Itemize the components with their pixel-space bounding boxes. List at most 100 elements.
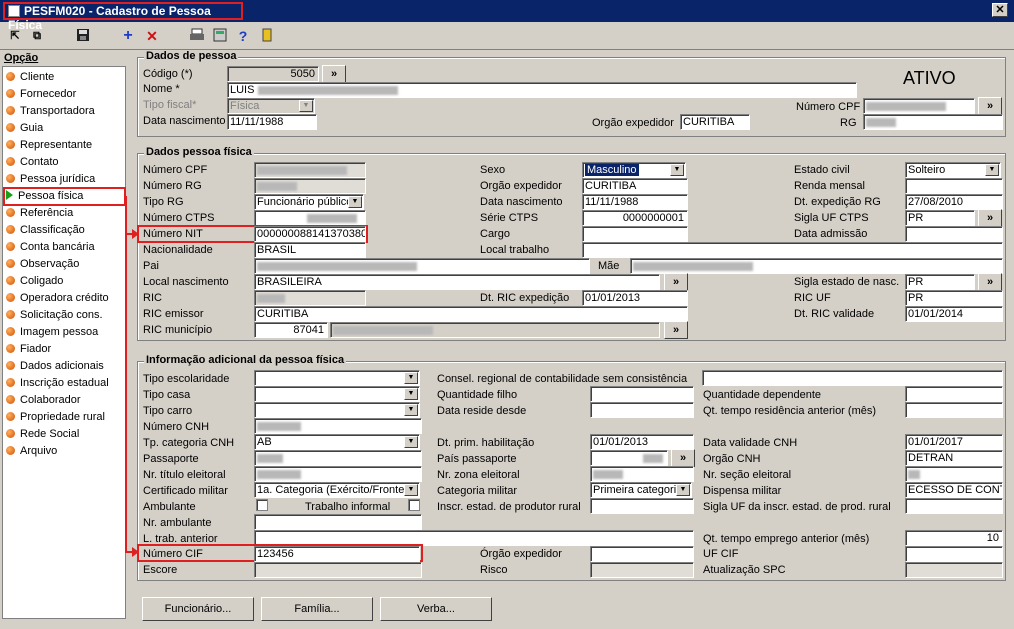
qtd-filho-field[interactable] [590,386,694,402]
pai-field[interactable] [254,258,590,274]
qt-emp-field[interactable]: 10 [905,530,1003,546]
inscr-field[interactable] [590,498,694,514]
titulo-field[interactable] [254,466,422,482]
local-trab-field[interactable] [582,242,1003,258]
dt-exp-rg-field[interactable]: 27/08/2010 [905,194,1003,210]
sidebar-item[interactable]: Propriedade rural [6,409,105,425]
sigla-uf-field[interactable] [905,498,1003,514]
pais-pass-field[interactable] [590,450,668,466]
codigo-lookup-button[interactable]: » [322,65,346,83]
sidebar-item[interactable]: Conta bancária [6,239,95,255]
sidebar-item[interactable]: Operadora crédito [6,290,109,306]
consel-field[interactable] [702,370,1003,386]
sidebar-item[interactable]: Fiador [6,341,51,357]
sidebar-item[interactable]: Dados adicionais [6,358,104,374]
funcionario-button[interactable]: Funcionário... [142,597,254,621]
passaporte-field[interactable] [254,450,422,466]
admissao-field[interactable] [905,226,1003,242]
pf-orgao-field[interactable]: CURITIBA [582,178,688,194]
pais-pass-lookup-button[interactable]: » [671,449,695,467]
sidebar-item[interactable]: Coligado [6,273,63,289]
trabalho-informal-checkbox[interactable] [408,499,420,511]
nasc-field[interactable]: 11/11/1988 [227,114,317,130]
ric-municipio-field[interactable]: 87041 [254,322,328,338]
sidebar-item[interactable]: Observação [6,256,79,272]
cif-field[interactable]: 123456 [254,546,420,562]
sidebar-item[interactable]: Classificação [6,222,85,238]
nr-ambulante-field[interactable] [254,514,422,530]
cargo-field[interactable] [582,226,688,242]
save-icon[interactable] [74,28,92,44]
ric-uf-field[interactable]: PR [905,290,1003,306]
first-record-icon[interactable]: ⇱ [6,28,24,44]
help-icon[interactable]: ? [234,28,252,44]
dt-ric-field[interactable]: 01/01/2013 [582,290,688,306]
sidebar-item[interactable]: Pessoa jurídica [6,171,95,187]
print-icon[interactable] [188,28,206,44]
verba-button[interactable]: Verba... [380,597,492,621]
codigo-field[interactable]: 5050 [227,66,319,82]
pf-rg-field[interactable] [254,178,366,194]
mae-field[interactable] [630,258,1003,274]
cat-mil-select[interactable]: Primeira categoria ▼ [590,482,692,498]
zona-field[interactable] [590,466,694,482]
orgao-field[interactable]: CURITIBA [680,114,750,130]
sexo-select[interactable]: Masculino ▼ [582,162,686,178]
sidebar-item[interactable]: Referência [6,205,73,221]
sidebar-item[interactable]: Rede Social [6,426,79,442]
close-button[interactable]: ✕ [992,3,1008,17]
pf-nasc-field[interactable]: 11/11/1988 [582,194,688,210]
cpf-field[interactable] [863,98,975,114]
casa-select[interactable]: ▼ [254,386,420,402]
qtd-dep-field[interactable] [905,386,1003,402]
estado-nasc-field[interactable]: PR [905,274,975,290]
ric-emissor-field[interactable]: CURITIBA [254,306,688,322]
calculator-icon[interactable] [211,28,229,44]
serie-field[interactable]: 0000000001 [582,210,688,226]
ctps-field[interactable] [254,210,366,226]
rg-field[interactable] [863,114,1003,130]
sidebar-item[interactable]: Inscrição estadual [6,375,109,391]
tipo-rg-select[interactable]: Funcionário público ▼ [254,194,364,210]
cat-cnh-select[interactable]: AB ▼ [254,434,420,450]
reside-field[interactable] [590,402,694,418]
val-cnh-field[interactable]: 01/01/2017 [905,434,1003,450]
qt-res-field[interactable] [905,402,1003,418]
cpf-lookup-button[interactable]: » [978,97,1002,115]
sidebar-item[interactable]: Solicitação cons. [6,307,103,323]
local-nasc-lookup-button[interactable]: » [664,273,688,291]
sidebar-item[interactable]: Contato [6,154,59,170]
sidebar-item[interactable]: Imagem pessoa [6,324,98,340]
estado-nasc-lookup-button[interactable]: » [978,273,1002,291]
renda-field[interactable] [905,178,1003,194]
sidebar-item[interactable]: Cliente [6,69,54,85]
uf-ctps-field[interactable]: PR [905,210,975,226]
ric-val-field[interactable]: 01/01/2014 [905,306,1003,322]
orgao-cnh-field[interactable]: DETRAN [905,450,1003,466]
tipo-fiscal-select[interactable]: Física ▼ [227,98,315,114]
ric-field[interactable] [254,290,366,306]
navigate-icon[interactable]: ⧉ [28,28,46,44]
delete-icon[interactable]: ✕ [143,28,161,44]
uf-cif-field[interactable] [905,546,1003,562]
sidebar-item[interactable]: Guia [6,120,43,136]
ric-municipio-lookup-button[interactable]: » [664,321,688,339]
sidebar-item[interactable]: Representante [6,137,92,153]
local-nasc-field[interactable]: BRASILEIRA [254,274,660,290]
nit-field[interactable]: 000000088141370380 [254,226,366,242]
carro-select[interactable]: ▼ [254,402,420,418]
familia-button[interactable]: Família... [261,597,373,621]
dispensa-field[interactable]: ECESSO DE CONTIG [905,482,1003,498]
uf-ctps-lookup-button[interactable]: » [978,209,1002,227]
pf-cpf-field[interactable] [254,162,366,178]
ambulante-checkbox[interactable] [256,499,268,511]
add-icon[interactable]: + [119,28,137,44]
cnh-field[interactable] [254,418,422,434]
orgao-exp-field[interactable] [590,546,694,562]
sidebar-item[interactable]: Fornecedor [6,86,76,102]
estado-civil-select[interactable]: Solteiro ▼ [905,162,1001,178]
exit-door-icon[interactable] [258,28,276,44]
cert-mil-select[interactable]: 1a. Categoria (Exército/Frontei ▼ [254,482,420,498]
sidebar-item[interactable]: Arquivo [6,443,57,459]
sidebar-item[interactable]: Transportadora [6,103,95,119]
